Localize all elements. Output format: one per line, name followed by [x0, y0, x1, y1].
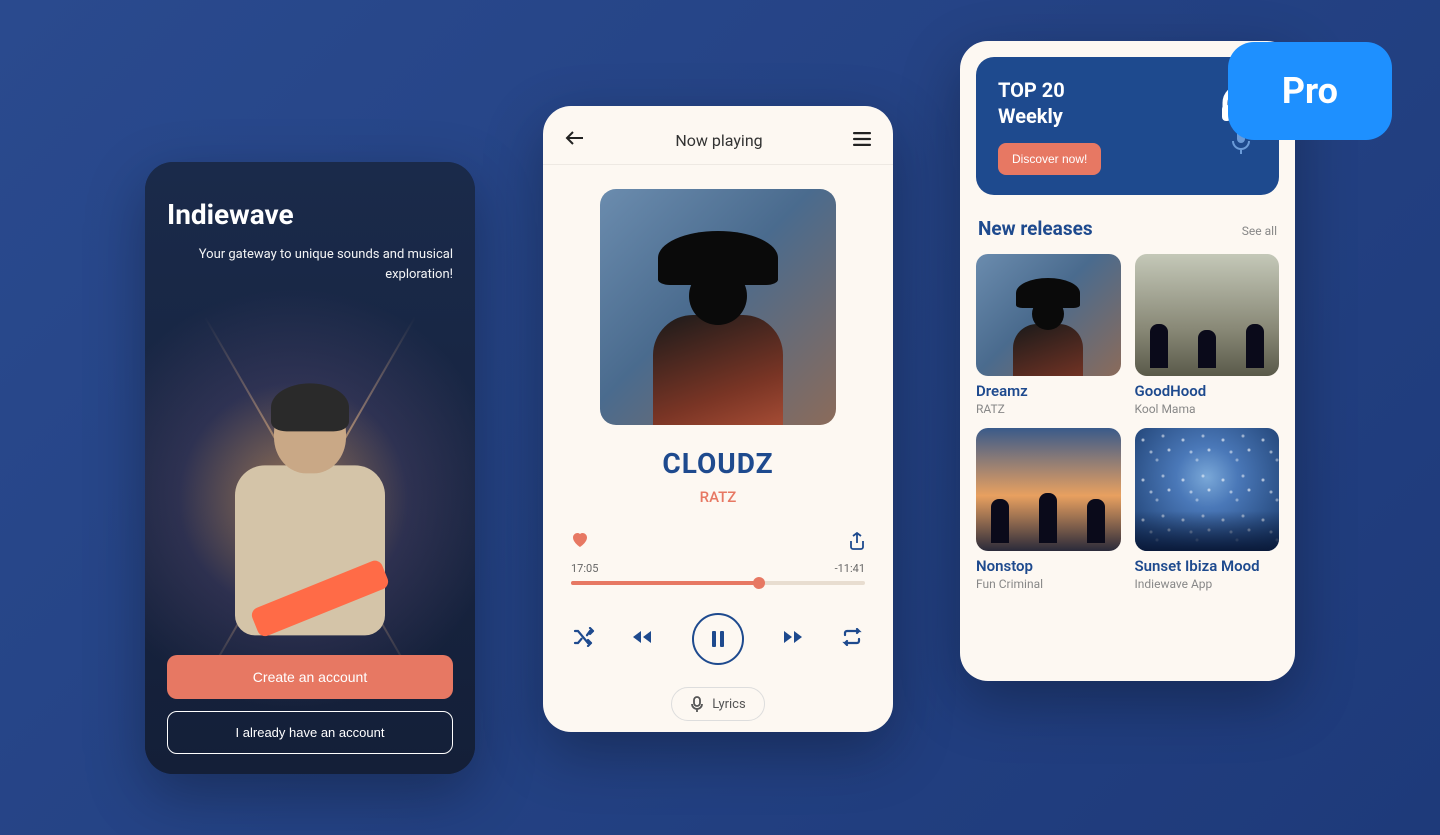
create-account-button[interactable]: Create an account [167, 655, 453, 699]
shuffle-icon[interactable] [573, 627, 595, 651]
tile-artist: Indiewave App [1135, 577, 1280, 591]
tile-title: Sunset Ibiza Mood [1135, 557, 1280, 575]
discover-button[interactable]: Discover now! [998, 143, 1101, 175]
share-icon[interactable] [849, 532, 865, 554]
pro-badge: Pro [1228, 42, 1392, 140]
tile-title: Dreamz [976, 382, 1121, 400]
tile-image [976, 428, 1121, 550]
tile-image [1135, 428, 1280, 550]
signin-button[interactable]: I already have an account [167, 711, 453, 754]
track-artist: RATZ [543, 488, 893, 506]
release-tile-nonstop[interactable]: Nonstop Fun Criminal [976, 428, 1121, 590]
elapsed-time: 17:05 [571, 562, 598, 575]
player-title: Now playing [675, 131, 762, 150]
lyrics-label: Lyrics [712, 697, 745, 712]
back-icon[interactable] [565, 130, 585, 150]
now-playing-screen: Now playing CLOUDZ RATZ 17:05 -11:41 [543, 106, 893, 732]
tile-image [976, 254, 1121, 376]
remaining-time: -11:41 [835, 562, 865, 575]
tile-title: Nonstop [976, 557, 1121, 575]
track-title: CLOUDZ [543, 447, 893, 480]
next-icon[interactable] [782, 629, 804, 649]
tile-artist: RATZ [976, 402, 1121, 416]
tile-artist: Fun Criminal [976, 577, 1121, 591]
release-tile-sunset[interactable]: Sunset Ibiza Mood Indiewave App [1135, 428, 1280, 590]
lyrics-button[interactable]: Lyrics [671, 687, 764, 721]
onboarding-screen: Indiewave Your gateway to unique sounds … [145, 162, 475, 774]
see-all-link[interactable]: See all [1242, 224, 1277, 238]
tile-artist: Kool Mama [1135, 402, 1280, 416]
tile-image [1135, 254, 1280, 376]
heart-icon[interactable] [571, 532, 589, 554]
tile-title: GoodHood [1135, 382, 1280, 400]
album-art [600, 189, 836, 425]
previous-icon[interactable] [633, 629, 655, 649]
progress-bar[interactable] [571, 581, 865, 585]
release-tile-dreamz[interactable]: Dreamz RATZ [976, 254, 1121, 416]
hamburger-icon[interactable] [853, 131, 871, 150]
pause-button[interactable] [692, 613, 744, 665]
mic-icon [690, 696, 704, 712]
release-tile-goodhood[interactable]: GoodHood Kool Mama [1135, 254, 1280, 416]
tagline: Your gateway to unique sounds and musica… [167, 245, 453, 284]
app-name: Indiewave [167, 198, 453, 231]
section-title: New releases [978, 217, 1093, 240]
repeat-icon[interactable] [841, 628, 863, 650]
